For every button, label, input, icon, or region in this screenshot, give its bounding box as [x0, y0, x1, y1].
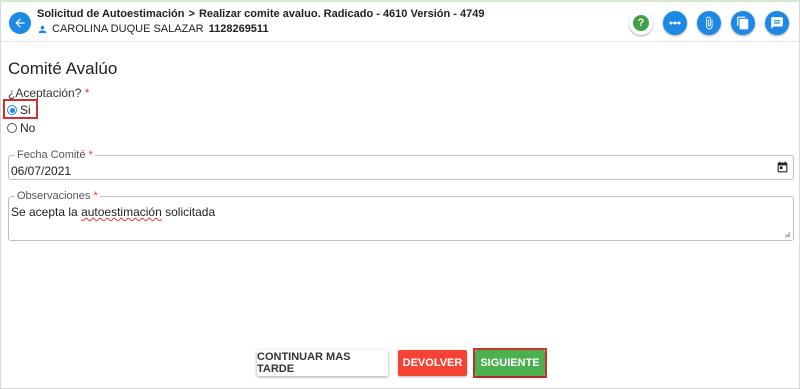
radio-label-si: Si [20, 103, 31, 117]
required-mark: * [84, 86, 90, 100]
header-actions: ? [629, 11, 789, 35]
date-field-label: Fecha Comité * [15, 149, 95, 161]
notes-button[interactable] [765, 11, 789, 35]
observations-value[interactable]: Se acepta la autoestimación solicitada [11, 205, 215, 219]
arrow-left-icon [15, 18, 25, 28]
date-label-text: Fecha Comité [17, 149, 86, 161]
app-frame: Solicitud de Autoestimación > Realizar com… [0, 0, 800, 389]
help-icon: ? [633, 15, 649, 31]
copy-icon [737, 16, 749, 30]
breadcrumb-separator: > [188, 8, 195, 20]
user-name: CAROLINA DUQUE SALAZAR [52, 23, 204, 35]
date-field[interactable]: Fecha Comité * 06/07/2021 [8, 149, 794, 180]
more-options-icon [669, 21, 681, 25]
resize-handle-icon[interactable] [783, 230, 791, 238]
copy-button[interactable] [731, 11, 755, 35]
date-value[interactable]: 06/07/2021 [11, 164, 71, 178]
observations-field[interactable]: Observaciones * Se acepta la autoestimac… [8, 190, 794, 241]
user-document: 1128269511 [208, 23, 269, 35]
breadcrumb: Solicitud de Autoestimación > Realizar com… [37, 8, 484, 20]
notes-icon [771, 17, 783, 29]
radio-checked-icon[interactable] [7, 105, 17, 115]
radio-option-no[interactable]: No [7, 121, 35, 135]
calendar-icon[interactable] [776, 161, 789, 174]
user-info: CAROLINA DUQUE SALAZAR 1128269511 [37, 23, 269, 35]
next-button[interactable]: SIGUIENTE [475, 350, 545, 376]
person-icon [38, 25, 47, 33]
breadcrumb-item-task: Realizar comite avaluo. Radicado - 4610 … [198, 8, 485, 20]
required-mark: * [93, 190, 98, 202]
help-button[interactable]: ? [629, 11, 653, 35]
observations-text-suffix: solicitada [161, 205, 216, 219]
back-button[interactable] [9, 12, 31, 34]
radio-label-no: No [20, 121, 36, 135]
continue-later-button[interactable]: CONTINUAR MAS TARDE [257, 350, 388, 376]
attachment-icon [706, 16, 713, 30]
return-button[interactable]: DEVOLVER [398, 350, 467, 376]
radio-unchecked-icon[interactable] [7, 123, 17, 133]
attachment-button[interactable] [697, 11, 721, 35]
breadcrumb-item-request[interactable]: Solicitud de Autoestimación [37, 8, 185, 20]
observations-field-label: Observaciones * [15, 190, 100, 202]
acceptance-label: ¿Aceptación? * [8, 86, 89, 100]
acceptance-label-text: ¿Aceptación? [8, 86, 82, 100]
observations-text-misspelled: autoestimación [81, 205, 162, 219]
observations-text-prefix: Se acepta la [11, 205, 82, 219]
page-title: Comité Avalúo [8, 59, 118, 78]
header-bar: Solicitud de Autoestimación > Realizar com… [1, 2, 799, 42]
radio-option-si[interactable]: Si [7, 103, 31, 117]
observations-label-text: Observaciones [17, 190, 91, 202]
more-options-button[interactable] [663, 11, 687, 35]
required-mark: * [88, 149, 93, 161]
